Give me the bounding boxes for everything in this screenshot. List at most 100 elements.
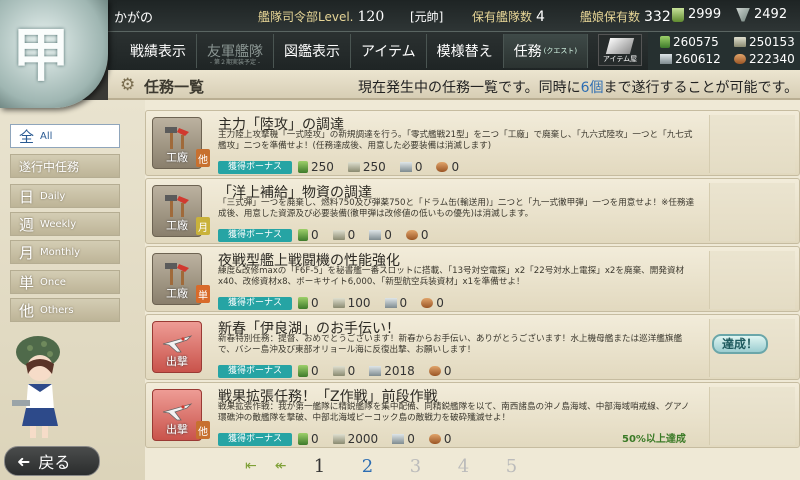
bonus-label: 獲得ボーナス xyxy=(218,228,292,242)
secretary-ship-character[interactable] xyxy=(6,330,76,440)
steel-icon xyxy=(369,366,382,376)
back-arrow-icon: ➜ xyxy=(17,451,31,471)
quest-card[interactable]: 工廠 月 「洋上補給」物資の調達 「三式弾」一つを廃棄し、燃料750及び弾薬75… xyxy=(145,178,800,244)
rank-emblem[interactable]: 甲 xyxy=(0,0,108,108)
ammo-icon xyxy=(347,162,360,172)
reward-ammo: 2000 xyxy=(332,432,378,446)
ammo-icon xyxy=(332,366,345,376)
page-3[interactable]: 3 xyxy=(400,456,430,477)
quest-description: 主力陸上攻撃機「一式陸攻」の新規調達を行う。「零式艦戦21型」を二つ「工廠」で廃… xyxy=(218,130,693,151)
hq-level: 艦隊司令部Level. 120 xyxy=(258,9,385,25)
back-button[interactable]: ➜ 戻る xyxy=(4,446,100,476)
top-bar: かがの 艦隊司令部Level. 120 [元帥] 保有艦隊数 4 艦娘保有数 332 … xyxy=(0,0,800,32)
bucket-icon xyxy=(672,7,684,22)
filter-monthly[interactable]: 月 Monthly xyxy=(10,240,120,264)
quest-description: 練度&改修maxの「F6F-5」を秘書艦一番スロットに搭載、「13号対空電探」x… xyxy=(218,266,685,287)
quest-status-slot xyxy=(709,115,795,173)
gear-icon: ⚙ xyxy=(120,75,136,95)
quest-card[interactable]: 工廠 単 夜戦型艦上戦闘機の性能強化 練度&改修maxの「F6F-5」を秘書艦一… xyxy=(145,246,800,312)
quest-rewards: 獲得ボーナス 250 250 0 0 xyxy=(218,159,473,175)
quest-status-slot xyxy=(709,183,795,241)
nav-library[interactable]: 図鑑表示 xyxy=(274,34,351,68)
nav-items[interactable]: アイテム xyxy=(351,34,427,68)
pagination: ⇤ ↞ 1 2 3 4 5 xyxy=(145,452,800,480)
quest-card[interactable]: 工廠 他 主力「陸攻」の調達 主力陸上攻撃機「一式陸攻」の新規調達を行う。「零式… xyxy=(145,110,800,176)
rank-label: [元帥] xyxy=(410,10,444,24)
reward-fuel: 0 xyxy=(298,364,319,378)
reward-steel: 0 xyxy=(384,296,407,310)
quest-description: 戦果拡張作戦：我が第一艦隊に精鋭艦隊を集中配備、同精鋭艦隊を以て、南西諸島の沖ノ… xyxy=(218,402,690,423)
quest-rewards: 獲得ボーナス 0 100 0 0 xyxy=(218,295,458,311)
page-2[interactable]: 2 xyxy=(352,456,382,477)
filter-all[interactable]: 全 All xyxy=(10,124,120,148)
reward-bauxite: 0 xyxy=(421,296,444,310)
steel-count: 260612 xyxy=(660,52,721,66)
quest-description: 「三式弾」一つを廃棄し、燃料750及び弾薬750と「ドラム缶(輸送用)」二つと「… xyxy=(218,198,695,219)
progress-badge: 50%以上達成 xyxy=(622,434,686,445)
ammo-count: 250153 xyxy=(734,35,795,49)
quest-card[interactable]: 出撃 新春「伊良湖」のお手伝い！ 新春特別任務：提督、おめでとうございます！新春… xyxy=(145,314,800,380)
nav-furniture[interactable]: 模様替え xyxy=(427,34,504,68)
prev-page-arrow-icon[interactable]: ↞ xyxy=(275,458,287,474)
quest-status-slot xyxy=(709,251,795,309)
bauxite-icon xyxy=(436,162,449,172)
ammo-icon xyxy=(332,434,345,444)
reward-fuel: 0 xyxy=(298,228,319,242)
nav-record[interactable]: 戦績表示 xyxy=(120,34,197,68)
devmat-count: 2492 xyxy=(736,7,787,22)
fuel-icon xyxy=(298,229,308,241)
arsenal-category-icon: 工廠 xyxy=(152,117,202,169)
page-title: 任務一覧 xyxy=(144,78,205,96)
first-page-arrow-icon[interactable]: ⇤ xyxy=(245,458,257,474)
filter-once[interactable]: 単 Once xyxy=(10,270,120,294)
nav-quest[interactable]: 任務 (クエスト) xyxy=(503,34,589,68)
bucket-count: 2999 xyxy=(672,7,721,22)
quest-rewards: 獲得ボーナス 0 0 2018 0 xyxy=(218,363,465,379)
bonus-label: 獲得ボーナス xyxy=(218,296,292,310)
reward-ammo: 0 xyxy=(332,228,355,242)
filter-in-progress[interactable]: 遂行中任務 xyxy=(10,154,120,178)
bonus-label: 獲得ボーナス xyxy=(218,160,292,174)
filter-others[interactable]: 他 Others xyxy=(10,298,120,322)
quest-type-badge: 他 xyxy=(196,149,210,167)
quest-rewards: 獲得ボーナス 0 2000 0 0 xyxy=(218,431,465,447)
achieved-badge[interactable]: 達成！ xyxy=(712,334,768,354)
shop-box-icon xyxy=(605,38,635,54)
item-shop-button[interactable]: アイテム屋 xyxy=(598,34,642,66)
bauxite-count: 222340 xyxy=(734,52,795,66)
player-name: かがの xyxy=(114,11,154,26)
fleet-count: 保有艦隊数 4 xyxy=(472,9,545,25)
page-5[interactable]: 5 xyxy=(496,456,526,477)
filter-weekly[interactable]: 週 Weekly xyxy=(10,212,120,236)
reward-ammo: 250 xyxy=(347,160,386,174)
reward-steel: 2018 xyxy=(369,364,415,378)
steel-icon xyxy=(384,298,397,308)
bonus-label: 獲得ボーナス xyxy=(218,364,292,378)
steel-icon xyxy=(392,434,405,444)
fuel-count: 260575 xyxy=(660,35,719,49)
reward-bauxite: 0 xyxy=(405,228,429,242)
bauxite-icon xyxy=(421,298,434,308)
fuel-icon xyxy=(298,161,308,173)
main-nav: 戦績表示 友軍艦隊 - 第２期実装予定 - 図鑑表示 アイテム 模様替え 任務 (ク… xyxy=(108,32,648,70)
fuel-icon xyxy=(660,36,670,48)
quest-description: 新春特別任務：提督、おめでとうございます！新春からお手伝い、ありがとうございます… xyxy=(218,334,683,355)
quest-notice: 現在発生中の任務一覧です。同時に6個まで遂行することが可能です。 xyxy=(358,80,799,96)
bauxite-icon xyxy=(428,434,441,444)
filter-daily[interactable]: 日 Daily xyxy=(10,184,120,208)
dev-material-icon xyxy=(736,7,750,22)
bauxite-icon xyxy=(734,54,746,64)
steel-icon xyxy=(369,230,382,240)
page-1[interactable]: 1 xyxy=(304,456,334,477)
resource-panel: 260575 250153 260612 222340 xyxy=(648,32,800,70)
page-4[interactable]: 4 xyxy=(448,456,478,477)
reward-fuel: 0 xyxy=(298,296,319,310)
reward-ammo: 100 xyxy=(332,296,371,310)
nav-friend-fleet[interactable]: 友軍艦隊 - 第２期実装予定 - xyxy=(197,34,274,68)
ammo-icon xyxy=(332,298,345,308)
plane-icon xyxy=(162,403,193,421)
hammer-icon xyxy=(165,263,189,285)
quest-status-slot xyxy=(709,387,795,445)
reward-fuel: 250 xyxy=(298,160,334,174)
arsenal-category-icon: 工廠 xyxy=(152,253,202,305)
